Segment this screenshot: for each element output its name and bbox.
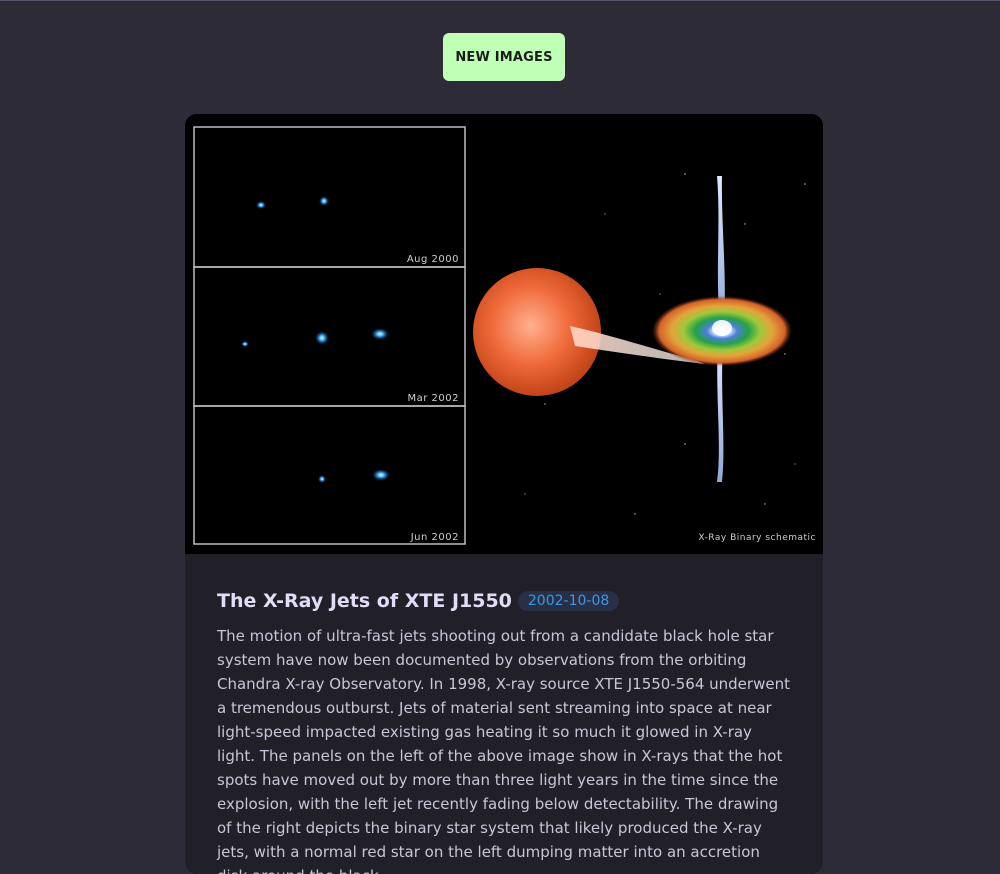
title-row: The X-Ray Jets of XTE J1550 2002-10-08 [217,586,797,616]
schematic-label: X-Ray Binary schematic [698,533,816,543]
date-badge: 2002-10-08 [517,591,620,611]
apod-image[interactable]: Aug 2000 Mar 2002 Jun 2002 X-Ray Binary … [185,114,823,554]
caption-area: The X-Ray Jets of XTE J1550 2002-10-08 T… [217,586,797,874]
top-divider [0,0,1000,1]
new-images-button[interactable]: NEW IMAGES [443,33,565,81]
panel-label-3: Jun 2002 [410,532,459,543]
panel-label-1: Aug 2000 [407,254,459,265]
apod-card: Aug 2000 Mar 2002 Jun 2002 X-Ray Binary … [185,114,823,874]
panel-label-2: Mar 2002 [408,393,460,404]
apod-title: The X-Ray Jets of XTE J1550 [217,590,512,612]
apod-explanation: The motion of ultra-fast jets shooting o… [217,627,790,874]
